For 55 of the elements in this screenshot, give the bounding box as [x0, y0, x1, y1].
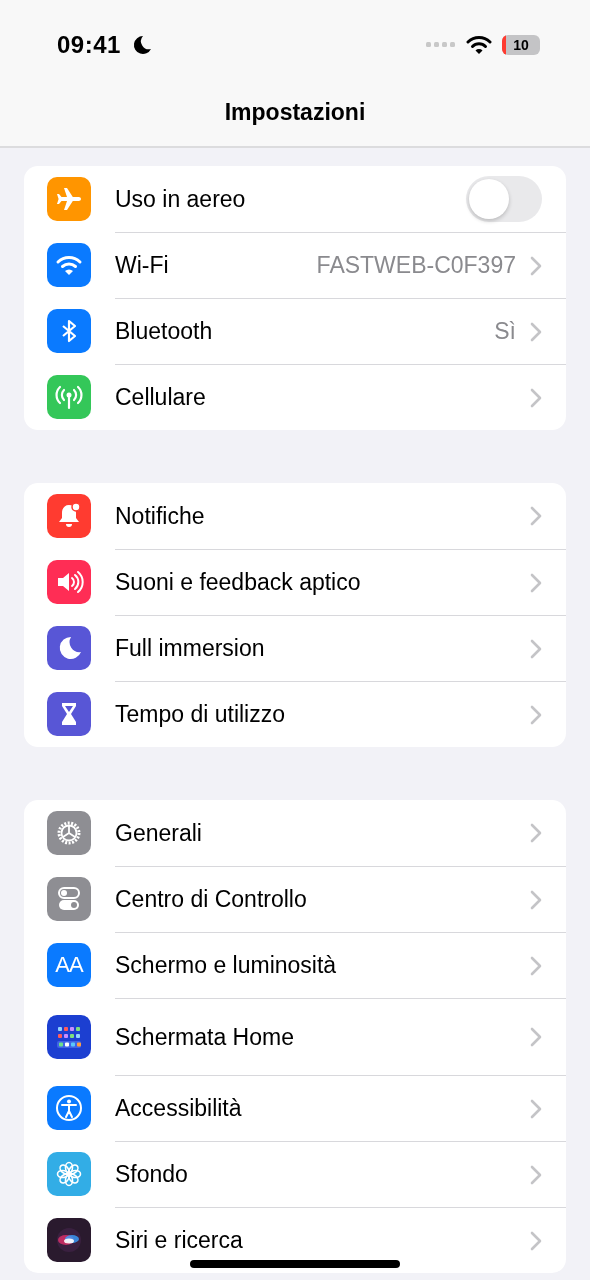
signal-icon — [426, 42, 456, 48]
chevron-icon — [530, 889, 542, 910]
settings-row[interactable]: Sfondo — [24, 1141, 566, 1207]
chevron-icon — [530, 1164, 542, 1185]
setting-label: Wi-Fi — [115, 252, 170, 279]
setting-label: Bluetooth — [115, 318, 214, 345]
settings-row[interactable]: Accessibilità — [24, 1075, 566, 1141]
settings-row[interactable]: AA Schermo e luminosità — [24, 932, 566, 998]
chevron-icon — [530, 638, 542, 659]
setting-label: Full immersion — [115, 635, 266, 662]
setting-label: Siri e ricerca — [115, 1227, 244, 1254]
setting-label: Schermata Home — [115, 1023, 295, 1051]
accessibility-icon — [54, 1093, 84, 1123]
setting-label: Accessibilità — [115, 1095, 243, 1122]
settings-row[interactable]: Wi-Fi FASTWEB-C0F397 — [24, 232, 566, 298]
setting-label: Notifiche — [115, 502, 206, 530]
settings-row[interactable]: Schermata Home — [24, 998, 566, 1075]
setting-value: Sì — [494, 318, 516, 345]
chevron-icon — [530, 506, 542, 526]
chevron-icon — [530, 387, 542, 408]
chevron-icon — [530, 704, 542, 725]
siri-orb-icon — [54, 1225, 84, 1255]
setting-label: Sfondo — [115, 1161, 189, 1188]
settings-row[interactable]: Full immersion — [24, 615, 566, 681]
chevron-icon — [530, 1230, 542, 1251]
chevron-icon — [530, 1027, 542, 1047]
settings-row[interactable]: Notifiche — [24, 483, 566, 549]
flower-icon — [54, 1159, 84, 1189]
settings-row[interactable]: Cellulare — [24, 364, 566, 430]
chevron-icon — [530, 1098, 542, 1119]
setting-label: Suoni e feedback aptico — [115, 569, 362, 596]
setting-label: Cellulare — [115, 384, 207, 411]
setting-icon: AA — [47, 943, 91, 987]
battery-level: 10 — [513, 37, 529, 53]
chevron-icon — [530, 321, 542, 342]
status-time: 09:41 — [57, 31, 121, 59]
settings-row[interactable]: Generali — [24, 800, 566, 866]
wifi-icon — [466, 35, 492, 55]
chevron-icon — [530, 823, 542, 843]
settings-row[interactable]: Tempo di utilizzo — [24, 681, 566, 747]
setting-label: Schermo e luminosità — [115, 952, 338, 979]
toggle-switch[interactable] — [466, 176, 542, 222]
setting-value: FASTWEB-C0F397 — [316, 252, 516, 279]
chevron-icon — [530, 955, 542, 976]
settings-row[interactable]: Bluetooth Sì — [24, 298, 566, 364]
settings-row[interactable]: Centro di Controllo — [24, 866, 566, 932]
setting-label: Uso in aereo — [115, 185, 247, 213]
setting-label: Generali — [115, 819, 203, 847]
chevron-icon — [530, 255, 542, 276]
screen-title: Impostazioni — [223, 99, 367, 126]
chevron-icon — [530, 572, 542, 593]
settings-row[interactable]: Suoni e feedback aptico — [24, 549, 566, 615]
settings-row[interactable]: Uso in aereo — [24, 166, 566, 232]
setting-label: Tempo di utilizzo — [115, 701, 287, 728]
setting-label: Centro di Controllo — [115, 886, 308, 913]
